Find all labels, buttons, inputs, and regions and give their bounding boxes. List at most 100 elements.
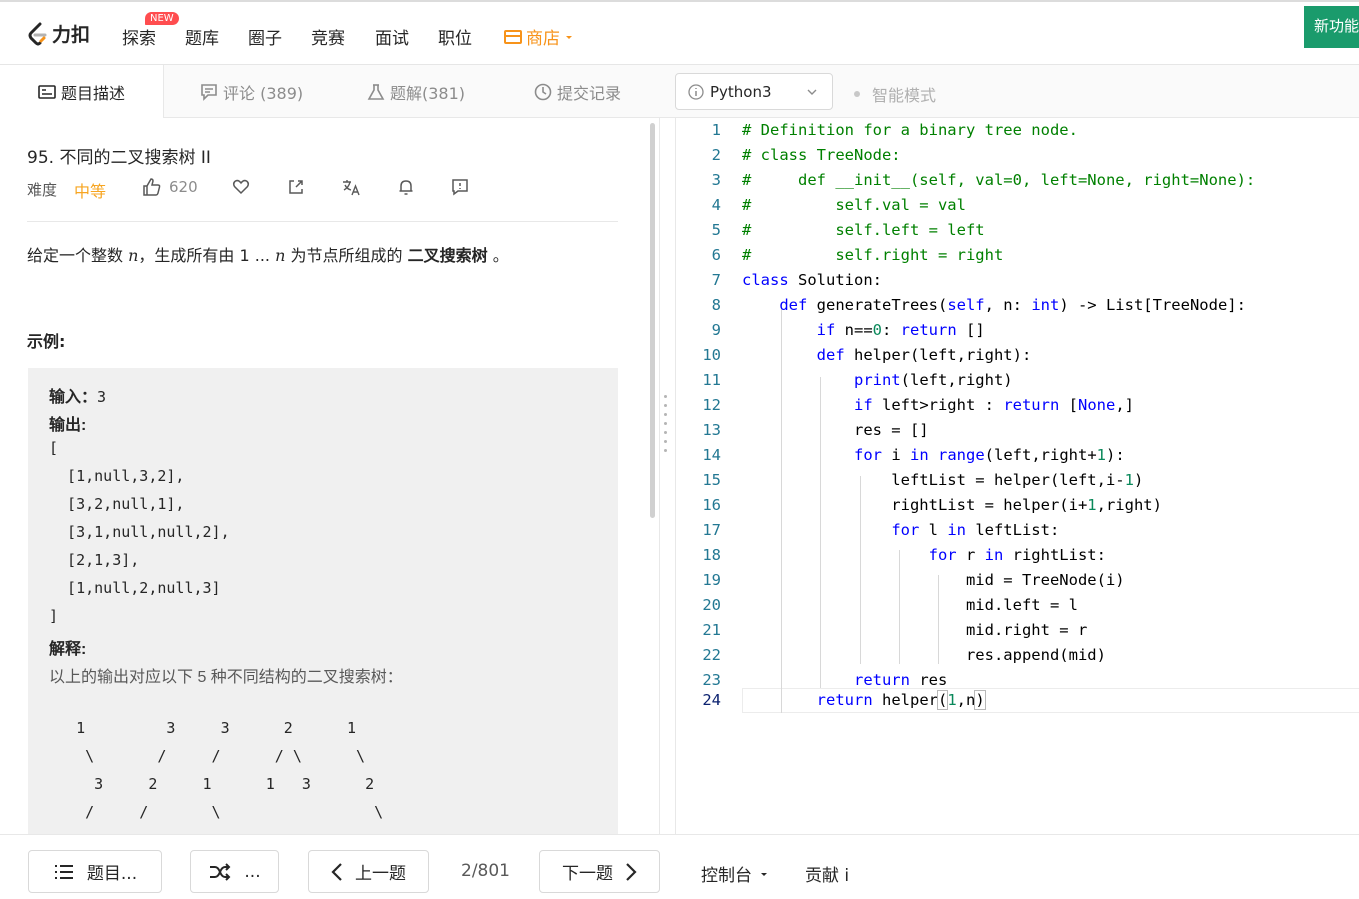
top-navigation: 力扣 探索 NEW 题库 圈子 竞赛 面试 职位 商店 新功能 [0,0,1359,65]
random-problem-button[interactable]: ... [190,850,279,893]
chevron-left-icon [331,862,342,881]
code-line: 5 # self.left = left [711,221,985,239]
problem-scrollbar[interactable] [650,123,655,518]
example-input: 输入：3 [49,388,107,406]
logo-icon [28,22,47,45]
example-output-line: [ [49,439,59,457]
problem-panel: 95. 不同的二叉搜索树 II 难度 中等 620 给定一个整数 n，生成所有由… [0,118,660,834]
new-badge: NEW [145,12,179,25]
store-icon [504,29,522,44]
example-output-line: ] [49,607,59,625]
example-explain-label: 解释: [49,641,87,658]
difficulty-label: 难度 [27,181,58,199]
tab-comments-label: 评论 (389) [223,83,304,103]
code-line: 15 leftList = helper(left,i-1) [702,471,1144,489]
nav-interview[interactable]: 面试 [375,24,409,49]
example-label: 示例: [27,332,66,351]
leetcode-logo[interactable]: 力扣 [26,20,90,47]
smart-mode-label: 智能模式 [872,86,937,105]
prev-problem-button[interactable]: 上一题 [308,850,429,893]
code-line: 14 for i in range(left,right+1): [702,446,1125,464]
clock-icon [534,83,552,100]
smart-mode-toggle[interactable]: 智能模式 [854,82,936,106]
meta-divider [27,221,618,222]
like-count: 620 [169,178,198,196]
tab-solutions-label: 题解(381) [390,83,466,103]
problem-list-button[interactable]: 题目... [28,850,162,893]
code-line: 7 class Solution: [711,271,882,289]
next-problem-label: 下一题 [562,864,613,884]
description-icon [38,84,56,99]
nav-explore[interactable]: 探索 [122,24,156,49]
problem-list-label: 题目... [86,864,138,884]
code-line: 2 # class TreeNode: [711,146,901,164]
info-icon [688,83,704,100]
chevron-down-icon [807,89,817,95]
console-label: 控制台 [701,866,752,886]
nav-jobs[interactable]: 职位 [438,24,472,49]
example-output-line: [3,1,null,null,2], [49,523,230,541]
tab-description[interactable]: 题目描述 [0,65,164,118]
code-line: 11 print(left,right) [702,371,1013,389]
like-button[interactable]: 620 [142,178,198,196]
code-line: 6 # self.right = right [711,246,1004,264]
feedback-icon[interactable] [451,178,469,196]
code-line: 18 for r in rightList: [702,546,1106,564]
tab-submissions-label: 提交记录 [557,83,622,103]
code-line: 22 res.append(mid) [702,646,1106,664]
logo-text: 力扣 [52,24,91,46]
tab-submissions[interactable]: 提交记录 [534,65,621,118]
example-output-line: [2,1,3], [49,551,140,569]
next-problem-button[interactable]: 下一题 [539,850,660,893]
smart-mode-dot [854,91,860,97]
nav-store[interactable]: 商店 [503,24,574,49]
example-output-line: [3,2,null,1], [49,495,185,513]
tree-diagram-line: \ / / / \ \ [49,747,366,765]
contribute-link[interactable]: 贡献 i [805,861,849,886]
bottom-toolbar: 题目... ... 上一题 2/801 下一题 控制台 贡献 i [0,834,1359,899]
difficulty-value: 中等 [74,182,107,201]
language-value: Python3 [710,82,772,101]
new-feature-button[interactable]: 新功能 [1304,6,1359,48]
problem-title: 95. 不同的二叉搜索树 II [27,148,211,168]
code-line: 21 mid.right = r [702,621,1088,639]
nav-contest[interactable]: 竞赛 [311,24,345,49]
tree-diagram-line: 1 3 3 2 1 [49,719,357,737]
prev-problem-label: 上一题 [355,864,406,884]
code-line: 4 # self.val = val [711,196,966,214]
code-line: 16 rightList = helper(i+1,right) [702,496,1162,514]
tab-comments[interactable]: 评论 (389) [200,65,303,118]
code-line: 3 # def __init__(self, val=0, left=None, … [711,171,1256,189]
example-block: 输入：3 输出: [ [1,null,3,2], [3,2,null,1], [… [28,368,618,834]
favorite-icon[interactable] [232,178,250,196]
example-explain-text: 以上的输出对应以下 5 种不同结构的二叉搜索树： [49,669,403,686]
example-output-line: [1,null,2,null,3] [49,579,221,597]
code-line: 12 if left>right : return [None,] [702,396,1134,414]
code-line: 13 res = [] [702,421,929,439]
language-select[interactable]: Python3 [675,73,833,110]
console-toggle[interactable]: 控制台 [701,861,770,886]
comment-icon [201,83,217,101]
thumbs-up-icon [143,178,161,196]
page-indicator: 2/801 [461,861,510,881]
problem-meta: 难度 中等 620 [27,178,627,201]
example-output-label: 输出: [49,417,87,434]
bell-icon[interactable] [397,178,415,196]
code-line: 8 def generateTrees(self, n: int) -> Lis… [711,296,1246,314]
code-line: 17 for l in leftList: [702,521,1060,539]
code-line: 20 mid.left = l [702,596,1078,614]
nav-problemset[interactable]: 题库 [185,24,219,49]
code-editor[interactable]: 1 # Definition for a binary tree node. 2 #… [675,118,1359,834]
code-line: 10 def helper(left,right): [702,346,1032,364]
translate-icon[interactable] [341,178,361,196]
share-icon[interactable] [287,178,305,196]
code-line: 1 # Definition for a binary tree node. [711,121,1078,139]
list-icon [54,864,73,879]
caret-down-icon [761,872,767,876]
problem-description: 给定一个整数 n，生成所有由 1 ... n 为节点所组成的 二叉搜索树 。 [27,246,509,265]
store-label: 商店 [526,29,560,49]
shuffle-icon [210,862,231,881]
tab-solutions[interactable]: 题解(381) [367,65,465,118]
nav-circle[interactable]: 圈子 [248,24,282,49]
panel-resize-handle[interactable] [664,395,668,460]
